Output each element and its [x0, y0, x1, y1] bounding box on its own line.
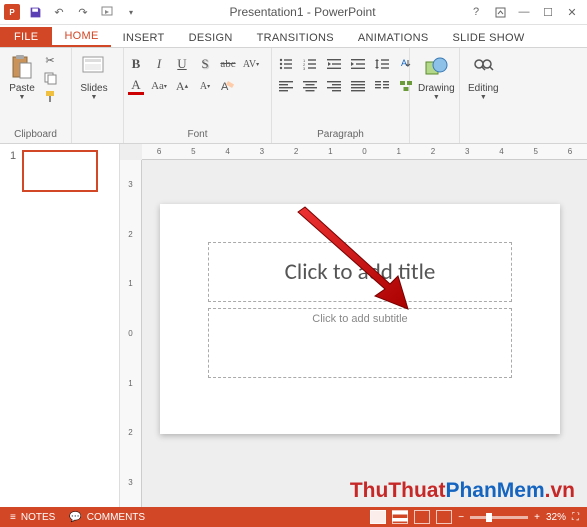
comments-icon: 💬	[69, 512, 81, 523]
title-bar: P ↶ ↷ ▾ Presentation1 - PowerPoint ? — ☐…	[0, 0, 587, 25]
tab-transitions[interactable]: TRANSITIONS	[245, 28, 346, 47]
tab-animations[interactable]: ANIMATIONS	[346, 28, 441, 47]
shapes-icon	[422, 53, 450, 81]
svg-text:A: A	[401, 58, 407, 68]
group-editing: Editing ▼	[460, 48, 506, 143]
slide-canvas[interactable]: Click to add title Click to add subtitle	[160, 204, 560, 434]
tab-design[interactable]: DESIGN	[177, 28, 245, 47]
cut-icon[interactable]: ✂	[42, 53, 58, 68]
zoom-slider[interactable]	[470, 516, 528, 519]
slides-button[interactable]: Slides ▼	[76, 51, 112, 103]
vertical-ruler: 3210123	[120, 160, 142, 507]
find-icon	[469, 53, 497, 81]
watermark: ThuThuatPhanMem.vn	[350, 479, 575, 503]
zoom-in-icon[interactable]: +	[534, 512, 540, 523]
group-drawing: Drawing ▼	[410, 48, 460, 143]
group-clipboard: Paste ▼ ✂ Clipboard	[0, 48, 72, 143]
align-center-button[interactable]	[300, 77, 320, 95]
workspace: 1 6543210123456 3210123 Click to add tit…	[0, 144, 587, 507]
font-color-button[interactable]: A	[128, 77, 144, 95]
zoom-out-icon[interactable]: −	[458, 512, 464, 523]
shadow-button[interactable]: S	[197, 55, 213, 73]
subtitle-placeholder[interactable]: Click to add subtitle	[208, 308, 512, 378]
char-spacing-button[interactable]: AV▾	[243, 55, 259, 73]
format-painter-icon[interactable]	[42, 89, 58, 104]
comments-button[interactable]: 💬COMMENTS	[69, 512, 145, 523]
slide-thumbnail-1[interactable]: 1	[10, 150, 109, 192]
help-icon[interactable]: ?	[465, 3, 487, 21]
reading-view-icon[interactable]	[414, 510, 430, 524]
decrease-indent-button[interactable]	[324, 55, 344, 73]
slide-thumbnail-panel[interactable]: 1	[0, 144, 120, 507]
paste-button[interactable]: Paste ▼	[4, 51, 40, 103]
change-case-button[interactable]: Aa▾	[151, 77, 167, 95]
window-title: Presentation1 - PowerPoint	[140, 5, 465, 19]
editing-button[interactable]: Editing ▼	[464, 51, 503, 103]
clear-formatting-button[interactable]: A	[220, 77, 236, 95]
start-from-beginning-icon[interactable]	[98, 3, 116, 21]
powerpoint-app-icon: P	[4, 4, 20, 20]
tab-slideshow[interactable]: SLIDE SHOW	[440, 28, 536, 47]
sorter-view-icon[interactable]	[392, 510, 408, 524]
notes-button[interactable]: ≡NOTES	[10, 512, 55, 523]
ribbon-display-icon[interactable]	[489, 3, 511, 21]
title-placeholder[interactable]: Click to add title	[208, 242, 512, 302]
bold-button[interactable]: B	[128, 55, 144, 73]
new-slide-icon	[80, 53, 108, 81]
tab-home[interactable]: HOME	[52, 26, 110, 47]
thumbnail-preview[interactable]	[22, 150, 98, 192]
minimize-icon[interactable]: —	[513, 3, 535, 21]
copy-icon[interactable]	[42, 71, 58, 86]
underline-button[interactable]: U	[174, 55, 190, 73]
italic-button[interactable]: I	[151, 55, 167, 73]
strikethrough-button[interactable]: abc	[220, 55, 236, 73]
increase-indent-button[interactable]	[348, 55, 368, 73]
status-bar: ≡NOTES 💬COMMENTS − + 32% ⛶	[0, 507, 587, 527]
svg-text:3: 3	[303, 66, 306, 70]
maximize-icon[interactable]: ☐	[537, 3, 559, 21]
numbering-button[interactable]: 123	[300, 55, 320, 73]
align-left-button[interactable]	[276, 77, 296, 95]
notes-icon: ≡	[10, 512, 16, 523]
slide-editor[interactable]: 6543210123456 3210123 Click to add title…	[120, 144, 587, 507]
group-paragraph: 123 A Paragraph	[272, 48, 410, 143]
line-spacing-button[interactable]	[372, 55, 392, 73]
horizontal-ruler: 6543210123456	[142, 144, 587, 160]
tab-insert[interactable]: INSERT	[111, 28, 177, 47]
normal-view-icon[interactable]	[370, 510, 386, 524]
undo-icon[interactable]: ↶	[50, 3, 68, 21]
bullets-button[interactable]	[276, 55, 296, 73]
ribbon-tabs: FILE HOME INSERT DESIGN TRANSITIONS ANIM…	[0, 25, 587, 48]
slideshow-view-icon[interactable]	[436, 510, 452, 524]
group-font: B I U S abc AV▾ A Aa▾ A▴ A▾ A Font	[124, 48, 272, 143]
justify-button[interactable]	[348, 77, 368, 95]
paste-icon	[8, 53, 36, 81]
customize-qat-icon[interactable]: ▾	[122, 3, 140, 21]
drawing-button[interactable]: Drawing ▼	[414, 51, 459, 103]
close-icon[interactable]: ✕	[561, 3, 583, 21]
zoom-level[interactable]: 32%	[546, 512, 566, 523]
tab-file[interactable]: FILE	[0, 27, 52, 47]
decrease-font-button[interactable]: A▾	[197, 77, 213, 95]
align-right-button[interactable]	[324, 77, 344, 95]
save-icon[interactable]	[26, 3, 44, 21]
columns-button[interactable]	[372, 77, 392, 95]
increase-font-button[interactable]: A▴	[174, 77, 190, 95]
fit-to-window-icon[interactable]: ⛶	[572, 512, 579, 523]
ribbon: Paste ▼ ✂ Clipboard Slides ▼ B	[0, 48, 587, 144]
group-slides: Slides ▼	[72, 48, 124, 143]
redo-icon[interactable]: ↷	[74, 3, 92, 21]
